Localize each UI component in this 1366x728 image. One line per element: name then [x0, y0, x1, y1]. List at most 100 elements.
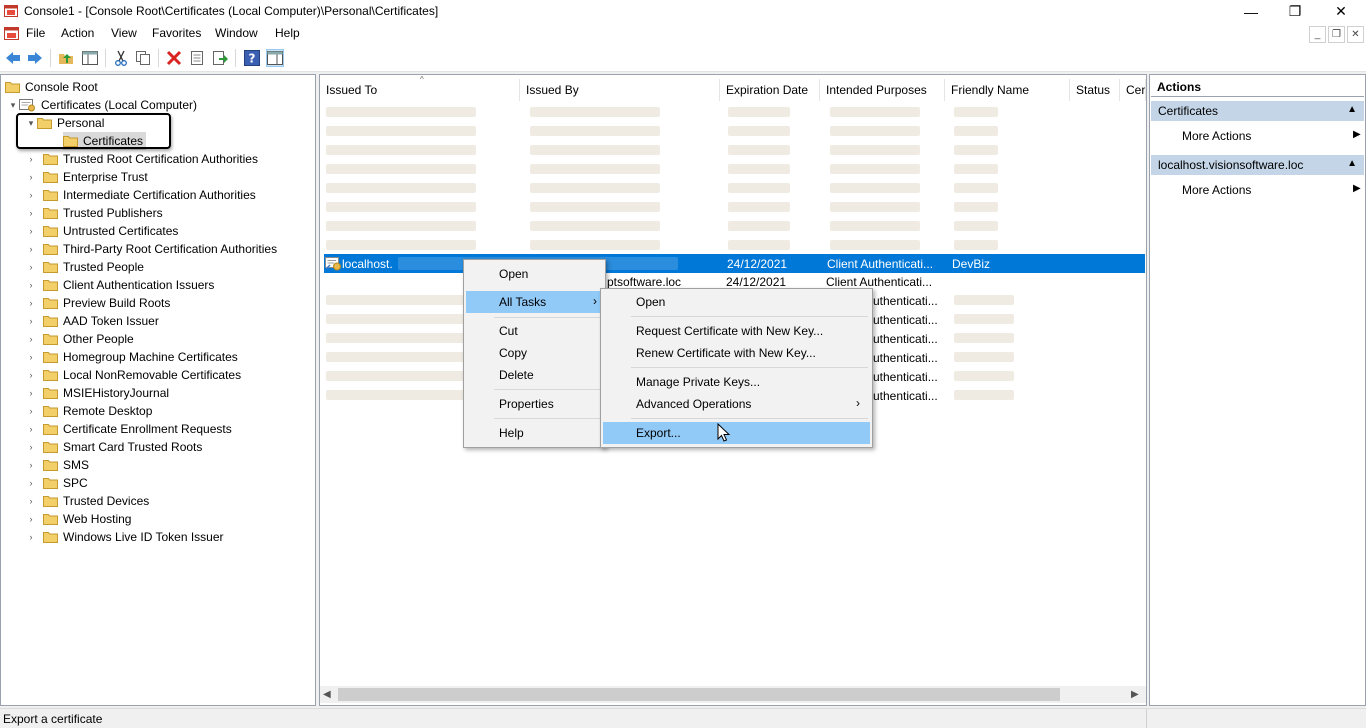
chevron-right-icon[interactable]: › — [25, 280, 37, 290]
column-certificate-template[interactable]: Cer — [1120, 79, 1146, 101]
tree-item-store[interactable]: › AAD Token Issuer — [25, 312, 159, 330]
chevron-right-icon[interactable]: › — [25, 298, 37, 308]
scroll-right-icon[interactable]: ▶ — [1131, 689, 1139, 700]
mdi-close-button[interactable]: ✕ — [1347, 26, 1364, 43]
chevron-right-icon[interactable]: › — [25, 496, 37, 506]
chevron-right-icon[interactable]: › — [25, 316, 37, 326]
chevron-right-icon[interactable]: › — [25, 226, 37, 236]
menu-window[interactable]: Window — [215, 26, 258, 40]
tree-item-store[interactable]: › Trusted People — [25, 258, 144, 276]
table-row-redacted[interactable] — [324, 200, 1014, 212]
ctx-cut[interactable]: Cut — [466, 320, 603, 342]
tree-item-store[interactable]: › MSIEHistoryJournal — [25, 384, 170, 402]
copy-icon[interactable] — [134, 49, 152, 67]
tree-item-store[interactable]: › Windows Live ID Token Issuer — [25, 528, 224, 546]
help-icon[interactable]: ? — [243, 49, 261, 67]
back-icon[interactable] — [4, 49, 22, 67]
tree-item-store[interactable]: › SMS — [25, 456, 90, 474]
ctx-properties[interactable]: Properties — [466, 393, 603, 415]
chevron-right-icon[interactable]: › — [25, 478, 37, 488]
chevron-right-icon[interactable]: › — [25, 406, 37, 416]
chevron-down-icon[interactable]: ▾ — [7, 100, 19, 111]
menu-help[interactable]: Help — [275, 26, 300, 40]
chevron-right-icon[interactable]: › — [25, 424, 37, 434]
restore-button[interactable]: ❐ — [1272, 0, 1318, 23]
up-folder-icon[interactable] — [57, 49, 75, 67]
close-button[interactable]: ✕ — [1318, 0, 1364, 23]
tree-item-store[interactable]: › Untrusted Certificates — [25, 222, 179, 240]
chevron-right-icon[interactable]: › — [25, 460, 37, 470]
tree-item-store[interactable]: › Preview Build Roots — [25, 294, 171, 312]
chevron-right-icon[interactable]: › — [25, 154, 37, 164]
tree-item-store[interactable]: › Trusted Devices — [25, 492, 150, 510]
ctx-help[interactable]: Help — [466, 422, 603, 444]
export-list-icon[interactable] — [211, 49, 229, 67]
tree-item-store[interactable]: › Trusted Root Certification Authorities — [25, 150, 258, 168]
mdi-minimize-button[interactable]: _ — [1309, 26, 1326, 43]
table-row-redacted[interactable] — [324, 238, 1014, 250]
forward-icon[interactable] — [26, 49, 44, 67]
mdi-restore-button[interactable]: ❐ — [1328, 26, 1345, 43]
horizontal-scrollbar[interactable]: ◀ ▶ — [320, 686, 1146, 703]
sub-open[interactable]: Open — [603, 291, 870, 313]
chevron-right-icon[interactable]: › — [25, 514, 37, 524]
column-issued-by[interactable]: Issued By — [520, 79, 720, 101]
menu-file[interactable]: File — [26, 26, 45, 40]
table-row-redacted[interactable] — [324, 162, 1014, 174]
sub-export[interactable]: Export... — [603, 422, 870, 444]
tree-item-store[interactable]: › Web Hosting — [25, 510, 132, 528]
tree-item-store[interactable]: › Remote Desktop — [25, 402, 153, 420]
column-intended-purposes[interactable]: Intended Purposes — [820, 79, 945, 101]
tree-item-store[interactable]: › Third-Party Root Certification Authorit… — [25, 240, 278, 258]
table-row-redacted[interactable] — [324, 143, 1014, 155]
chevron-right-icon[interactable]: › — [25, 208, 37, 218]
collapse-icon[interactable]: ▲ — [1347, 158, 1357, 169]
column-expiration-date[interactable]: Expiration Date — [720, 79, 820, 101]
tree-item-store[interactable]: › SPC — [25, 474, 88, 492]
minimize-button[interactable]: — — [1228, 0, 1274, 23]
column-status[interactable]: Status — [1070, 79, 1120, 101]
more-actions-link[interactable]: More Actions — [1182, 183, 1251, 197]
actions-section-localhost[interactable]: localhost.visionsoftware.loc ▲ — [1151, 155, 1364, 175]
tree-item-console-root[interactable]: Console Root — [5, 78, 98, 96]
tree-item-store[interactable]: › Trusted Publishers — [25, 204, 163, 222]
sub-renew-certificate[interactable]: Renew Certificate with New Key... — [603, 342, 870, 364]
menu-favorites[interactable]: Favorites — [152, 26, 201, 40]
tree-item-store[interactable]: › Smart Card Trusted Roots — [25, 438, 203, 456]
ctx-delete[interactable]: Delete — [466, 364, 603, 386]
menu-action[interactable]: Action — [61, 26, 94, 40]
ctx-open[interactable]: Open — [466, 263, 603, 285]
scrollbar-thumb[interactable] — [338, 688, 1060, 701]
submenu-arrow-icon[interactable]: ▶ — [1353, 129, 1361, 140]
table-row-redacted[interactable] — [324, 124, 1014, 136]
tree-item-store[interactable]: › Other People — [25, 330, 134, 348]
sub-request-certificate[interactable]: Request Certificate with New Key... — [603, 320, 870, 342]
column-issued-to[interactable]: Issued To — [320, 79, 520, 101]
collapse-icon[interactable]: ▲ — [1347, 104, 1357, 115]
delete-icon[interactable] — [165, 49, 183, 67]
ctx-all-tasks[interactable]: All Tasks › — [466, 291, 603, 313]
tree-item-store[interactable]: › Intermediate Certification Authorities — [25, 186, 256, 204]
scroll-left-icon[interactable]: ◀ — [323, 689, 331, 700]
chevron-right-icon[interactable]: › — [25, 388, 37, 398]
chevron-right-icon[interactable]: › — [25, 532, 37, 542]
tree-item-store[interactable]: › Client Authentication Issuers — [25, 276, 215, 294]
actions-section-certificates[interactable]: Certificates ▲ — [1151, 101, 1364, 121]
tree-item-certificates-local-computer[interactable]: ▾ Certificates (Local Computer) — [7, 96, 197, 114]
tree-item-store[interactable]: › Homegroup Machine Certificates — [25, 348, 238, 366]
sub-advanced-operations[interactable]: Advanced Operations › — [603, 393, 870, 415]
table-row-redacted[interactable] — [324, 219, 1014, 231]
tree-item-store[interactable]: › Local NonRemovable Certificates — [25, 366, 242, 384]
tree-item-store[interactable]: › Enterprise Trust — [25, 168, 148, 186]
table-row-selected[interactable]: localhost. 24/12/2021 Client Authenticat… — [324, 254, 1145, 273]
column-friendly-name[interactable]: Friendly Name — [945, 79, 1070, 101]
table-row-redacted[interactable] — [324, 105, 1014, 117]
chevron-right-icon[interactable]: › — [25, 442, 37, 452]
chevron-right-icon[interactable]: › — [25, 334, 37, 344]
chevron-right-icon[interactable]: › — [25, 370, 37, 380]
chevron-right-icon[interactable]: › — [25, 262, 37, 272]
chevron-right-icon[interactable]: › — [25, 352, 37, 362]
chevron-right-icon[interactable]: › — [25, 244, 37, 254]
chevron-right-icon[interactable]: › — [25, 172, 37, 182]
properties-icon[interactable] — [188, 49, 206, 67]
